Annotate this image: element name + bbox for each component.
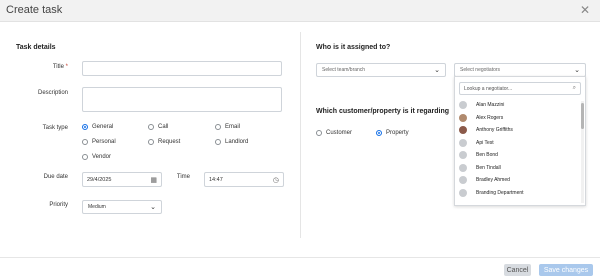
- task-type-label: Task type: [42, 125, 68, 131]
- radio-icon: [215, 124, 221, 130]
- negotiator-option[interactable]: Alan Mazzini: [455, 99, 579, 112]
- radio-selected-icon: [82, 124, 88, 130]
- due-date-value: 29/4/2025: [87, 176, 112, 183]
- negotiator-option[interactable]: Bradley Ahmed: [455, 174, 579, 187]
- description-label: Description: [37, 90, 68, 96]
- avatar: [459, 188, 467, 197]
- chevron-down-icon: ⌄: [434, 67, 440, 74]
- task-type-vendor[interactable]: Vendor: [82, 154, 111, 160]
- negotiator-option[interactable]: Api Test: [455, 137, 579, 150]
- regarding-property[interactable]: Property: [376, 130, 409, 136]
- task-type-email[interactable]: Email: [215, 124, 240, 130]
- assignment-heading: Who is it assigned to?: [316, 44, 391, 51]
- cancel-button[interactable]: Cancel: [504, 264, 531, 276]
- time-value: 14:47: [209, 176, 223, 183]
- dialog-title: Create task: [6, 4, 63, 16]
- save-changes-button[interactable]: Save changes: [539, 264, 593, 276]
- team-branch-select[interactable]: Select team/branch ⌄: [316, 63, 446, 77]
- column-divider: [300, 32, 301, 238]
- clock-icon[interactable]: ◷: [273, 176, 279, 184]
- negotiator-option[interactable]: Ben Bond: [455, 149, 579, 162]
- customer-property-heading: Which customer/property is it regarding: [316, 108, 450, 115]
- radio-icon: [316, 130, 322, 136]
- close-icon[interactable]: ✕: [580, 3, 590, 17]
- negotiators-select[interactable]: Select negotiators ⌄: [454, 63, 586, 77]
- avatar: [459, 163, 467, 172]
- priority-select[interactable]: Medium ⌄: [82, 200, 162, 214]
- task-type-personal[interactable]: Personal: [82, 139, 116, 145]
- dialog-header: Create task ✕: [0, 0, 600, 22]
- negotiator-search-input[interactable]: Lookup a negotiator... ⌕: [459, 82, 581, 95]
- task-type-request[interactable]: Request: [148, 139, 180, 145]
- avatar: [459, 151, 467, 160]
- avatar: [459, 138, 467, 147]
- task-type-general[interactable]: General: [82, 124, 113, 130]
- radio-icon: [82, 139, 88, 145]
- negotiator-dropdown: Lookup a negotiator... ⌕ Alan Mazzini Al…: [454, 76, 586, 206]
- avatar: [459, 101, 467, 110]
- description-input[interactable]: [82, 87, 282, 112]
- avatar: [459, 113, 467, 122]
- radio-icon: [82, 154, 88, 160]
- negotiator-option[interactable]: Anthony Griffiths: [455, 124, 579, 137]
- chevron-down-icon: ⌄: [574, 67, 580, 74]
- search-icon: ⌕: [572, 85, 576, 91]
- title-input[interactable]: [82, 61, 282, 76]
- negotiator-option[interactable]: Ben Tindall: [455, 162, 579, 175]
- title-label: Title *: [52, 64, 68, 70]
- avatar: [459, 126, 467, 135]
- due-date-label: Due date: [43, 174, 68, 180]
- radio-selected-icon: [376, 130, 382, 136]
- radio-icon: [148, 124, 154, 130]
- regarding-customer[interactable]: Customer: [316, 130, 352, 136]
- negotiator-option[interactable]: Branding Department: [455, 187, 579, 200]
- task-type-landlord[interactable]: Landlord: [215, 139, 248, 145]
- task-details-heading: Task details: [16, 44, 56, 51]
- scrollbar-thumb[interactable]: [581, 103, 584, 129]
- avatar: [459, 176, 467, 185]
- time-input[interactable]: 14:47 ◷: [204, 172, 284, 187]
- task-type-call[interactable]: Call: [148, 124, 168, 130]
- negotiator-option[interactable]: Alex Rogers: [455, 112, 579, 125]
- radio-icon: [215, 139, 221, 145]
- priority-label: Priority: [49, 202, 68, 208]
- time-label: Time: [176, 174, 190, 180]
- radio-icon: [148, 139, 154, 145]
- dropdown-scrollbar[interactable]: [581, 101, 584, 203]
- negotiator-list: Alan Mazzini Alex Rogers Anthony Griffit…: [455, 99, 579, 199]
- chevron-down-icon: ⌄: [150, 204, 156, 211]
